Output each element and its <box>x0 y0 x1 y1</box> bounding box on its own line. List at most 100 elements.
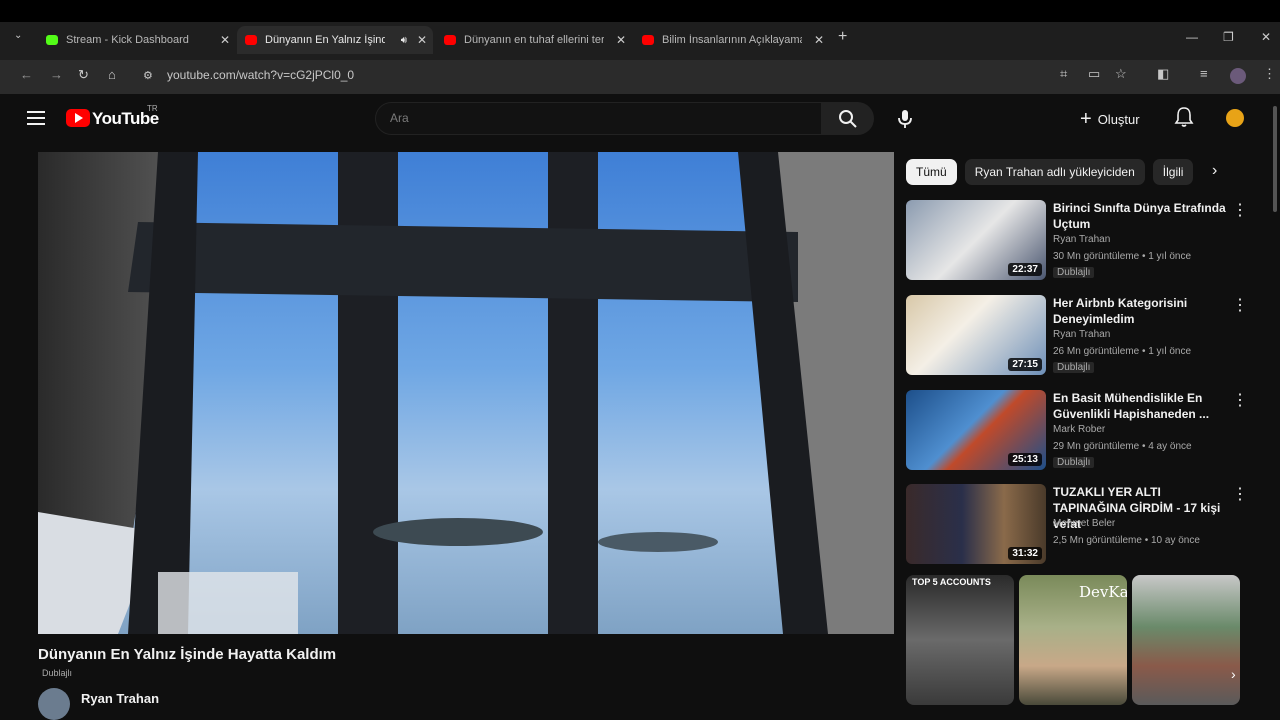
short-overlay-text: DevKa <box>1079 583 1127 601</box>
profile-avatar[interactable] <box>1230 68 1246 84</box>
browser-tab[interactable]: Stream - Kick Dashboard ✕ <box>38 26 236 54</box>
recommendation-item[interactable]: 25:13 En Basit Mühendislikle En Güvenlik… <box>906 390 1248 472</box>
video-thumbnail[interactable]: 22:37 <box>906 200 1046 280</box>
duration-badge: 27:15 <box>1008 358 1042 371</box>
back-icon[interactable]: ← <box>20 67 33 82</box>
video-frame <box>38 152 894 634</box>
video-thumbnail[interactable]: 27:15 <box>906 295 1046 375</box>
browser-tab-active[interactable]: Dünyanın En Yalnız İşinde H 🔊︎ ✕ <box>237 26 433 54</box>
cast-icon[interactable]: ▭ <box>1088 66 1100 82</box>
duration-badge: 22:37 <box>1008 263 1042 276</box>
video-title: Dünyanın En Yalnız İşinde Hayatta Kaldım <box>38 646 337 663</box>
filter-chips: Tümü Ryan Trahan adlı yükleyiciden İlgil… <box>906 159 1194 185</box>
shorts-shelf: TOP 5 ACCOUNTS DevKa <box>906 575 1246 705</box>
notifications-button[interactable] <box>1174 106 1194 133</box>
tab-search-chevron-icon[interactable]: ⌄ <box>14 30 22 41</box>
duration-badge: 31:32 <box>1008 547 1042 560</box>
scrollbar[interactable] <box>1273 106 1277 212</box>
microphone-icon <box>898 110 912 128</box>
close-icon[interactable]: ✕ <box>220 33 230 47</box>
short-thumbnail[interactable]: TOP 5 ACCOUNTS <box>906 575 1014 705</box>
reload-icon[interactable]: ↻ <box>78 67 89 83</box>
search-button[interactable] <box>822 102 874 135</box>
tab-label: Stream - Kick Dashboard <box>66 34 189 46</box>
chip-from-uploader[interactable]: Ryan Trahan adlı yükleyiciden <box>964 159 1145 185</box>
search-box <box>375 102 822 135</box>
country-code: TR <box>147 104 158 113</box>
video-player[interactable] <box>38 152 894 634</box>
home-icon[interactable]: ⌂ <box>108 67 116 82</box>
tab-label: Dünyanın En Yalnız İşinde H <box>265 34 385 46</box>
voice-search-button[interactable] <box>887 101 923 137</box>
site-info-icon[interactable]: ⚙ <box>143 69 153 82</box>
forward-icon[interactable]: → <box>50 67 63 82</box>
dubbed-label: Dublajlı <box>42 668 73 678</box>
translate-icon[interactable]: ⌗ <box>1060 66 1067 82</box>
recommendation-item[interactable]: 27:15 Her Airbnb Kategorisini Deneyimled… <box>906 295 1248 377</box>
account-avatar[interactable] <box>1226 109 1244 127</box>
browser-menu-icon[interactable]: ⋮ <box>1263 66 1276 82</box>
close-icon[interactable]: ✕ <box>616 33 626 47</box>
menu-icon[interactable] <box>27 111 45 125</box>
short-thumbnail[interactable] <box>1132 575 1240 705</box>
chip-related[interactable]: İlgili <box>1152 159 1194 185</box>
shorts-next-icon[interactable]: › <box>1231 666 1236 682</box>
dubbed-badge: Dublajlı <box>1053 267 1095 278</box>
more-options-icon[interactable]: ⋮ <box>1232 295 1248 315</box>
rec-channel[interactable]: Ryan Trahan <box>1053 234 1110 245</box>
more-options-icon[interactable]: ⋮ <box>1232 200 1248 220</box>
rec-title[interactable]: Her Airbnb Kategorisini Deneyimledim <box>1053 295 1233 327</box>
rec-meta: 2,5 Mn görüntüleme • 10 ay önce <box>1053 535 1200 546</box>
short-thumbnail[interactable]: DevKa <box>1019 575 1127 705</box>
media-controls-icon[interactable]: ≡ <box>1200 66 1208 81</box>
dubbed-badge: Dublajlı <box>1053 457 1095 468</box>
rec-title[interactable]: En Basit Mühendislikle En Güvenlikli Hap… <box>1053 390 1233 422</box>
video-thumbnail[interactable]: 31:32 <box>906 484 1046 564</box>
rec-meta: 29 Mn görüntüleme • 4 ay önce <box>1053 441 1192 452</box>
window-close-icon[interactable]: ✕ <box>1261 30 1271 44</box>
tab-label: Dünyanın en tuhaf ellerini ter <box>464 34 604 46</box>
create-button[interactable]: + Oluştur <box>1080 104 1160 134</box>
channel-avatar[interactable] <box>38 688 70 720</box>
kick-icon <box>46 35 58 45</box>
youtube-icon <box>444 35 456 45</box>
recommendation-item[interactable]: 22:37 Birinci Sınıfta Dünya Etrafında Uç… <box>906 200 1248 282</box>
create-label: Oluştur <box>1097 111 1140 127</box>
extensions-icon[interactable]: ◧ <box>1157 66 1169 82</box>
channel-name[interactable]: Ryan Trahan <box>81 691 159 706</box>
maximize-icon[interactable]: ❐ <box>1223 30 1234 44</box>
search-icon <box>839 109 857 128</box>
tab-label: Bilim İnsanlarının Açıklayamadı <box>662 34 802 46</box>
rec-channel[interactable]: Ryan Trahan <box>1053 329 1110 340</box>
more-options-icon[interactable]: ⋮ <box>1232 390 1248 410</box>
chip-all[interactable]: Tümü <box>906 159 957 185</box>
bookmark-star-icon[interactable]: ☆ <box>1115 66 1127 82</box>
duration-badge: 25:13 <box>1008 453 1042 466</box>
close-icon[interactable]: ✕ <box>814 33 824 47</box>
youtube-logo-icon[interactable] <box>66 109 90 127</box>
chevron-right-icon[interactable]: › <box>1212 162 1217 180</box>
rec-meta: 26 Mn görüntüleme • 1 yıl önce <box>1053 346 1192 357</box>
search-input[interactable] <box>376 103 796 133</box>
browser-tab[interactable]: Dünyanın en tuhaf ellerini ter ✕ <box>436 26 632 54</box>
url-field[interactable]: youtube.com/watch?v=cG2jPCl0_0 <box>167 68 354 82</box>
plus-icon: + <box>1080 108 1092 130</box>
rec-title[interactable]: Birinci Sınıfta Dünya Etrafında Uçtum <box>1053 200 1233 232</box>
youtube-icon <box>642 35 654 45</box>
close-icon[interactable]: ✕ <box>417 33 427 47</box>
rec-channel[interactable]: Mark Rober <box>1053 424 1105 435</box>
video-thumbnail[interactable]: 25:13 <box>906 390 1046 470</box>
short-overlay-text: TOP 5 ACCOUNTS <box>912 577 991 587</box>
browser-topbar <box>0 0 1280 22</box>
speaker-icon[interactable]: 🔊︎ <box>401 35 407 46</box>
minimize-icon[interactable]: — <box>1186 30 1198 44</box>
rec-meta: 30 Mn görüntüleme • 1 yıl önce <box>1053 251 1192 262</box>
bell-icon <box>1174 107 1194 127</box>
dubbed-badge: Dublajlı <box>1053 362 1095 373</box>
more-options-icon[interactable]: ⋮ <box>1232 484 1248 504</box>
browser-tab[interactable]: Bilim İnsanlarının Açıklayamadı ✕ <box>634 26 830 54</box>
youtube-icon <box>245 35 257 45</box>
new-tab-icon[interactable]: + <box>838 28 847 46</box>
rec-channel[interactable]: Mehmet Beler <box>1053 518 1115 529</box>
recommendation-item[interactable]: 31:32 TUZAKLI YER ALTI TAPINAĞINA GİRDİM… <box>906 484 1248 566</box>
